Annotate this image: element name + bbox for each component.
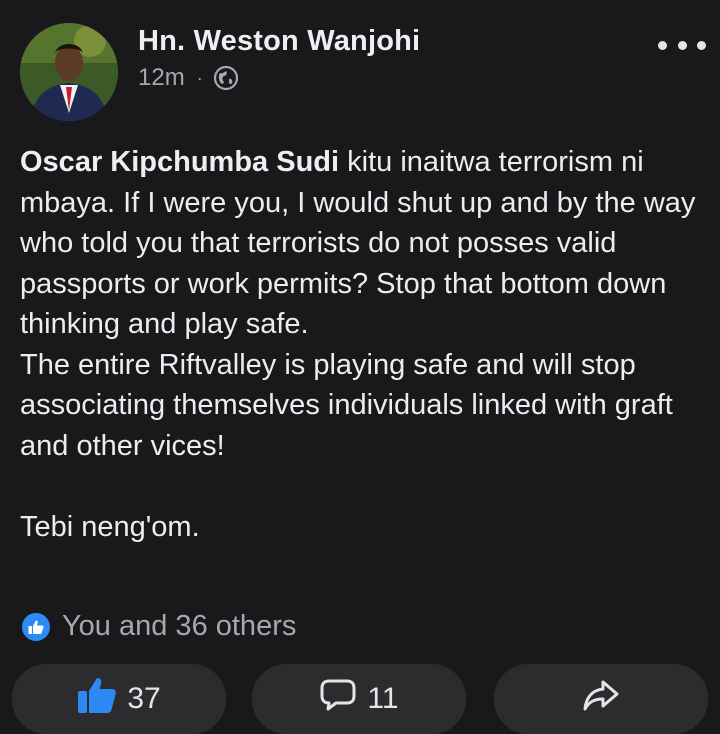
- thumbs-up-icon: [77, 676, 117, 722]
- post-time[interactable]: 12m: [138, 64, 185, 92]
- avatar[interactable]: [20, 23, 118, 121]
- post-body: Oscar Kipchumba Sudi kitu inaitwa terror…: [20, 142, 710, 547]
- like-button[interactable]: 37: [12, 664, 226, 734]
- action-bar: 37 11: [12, 664, 712, 734]
- like-badge-icon: [20, 610, 52, 643]
- meta-separator: ·: [196, 67, 203, 88]
- more-options-icon[interactable]: [658, 30, 706, 60]
- share-button[interactable]: [494, 664, 708, 734]
- comment-icon: [319, 677, 357, 721]
- like-count: 37: [127, 682, 161, 715]
- avatar-photo: [20, 23, 118, 121]
- comment-button[interactable]: 11: [252, 664, 466, 734]
- reaction-summary-text: You and 36 others: [62, 610, 297, 642]
- share-icon: [581, 677, 621, 721]
- reaction-summary[interactable]: You and 36 others: [20, 610, 296, 643]
- author-name[interactable]: Hn. Weston Wanjohi: [138, 25, 420, 58]
- post-meta: 12m ·: [138, 64, 239, 92]
- tagged-person-link[interactable]: Oscar Kipchumba Sudi: [20, 146, 339, 178]
- post-body-text: kitu inaitwa terrorism ni mbaya. If I we…: [20, 146, 696, 543]
- globe-icon: [213, 65, 239, 91]
- post-card: Hn. Weston Wanjohi 12m · Oscar Kipchumba…: [0, 0, 720, 734]
- comment-count: 11: [367, 682, 399, 715]
